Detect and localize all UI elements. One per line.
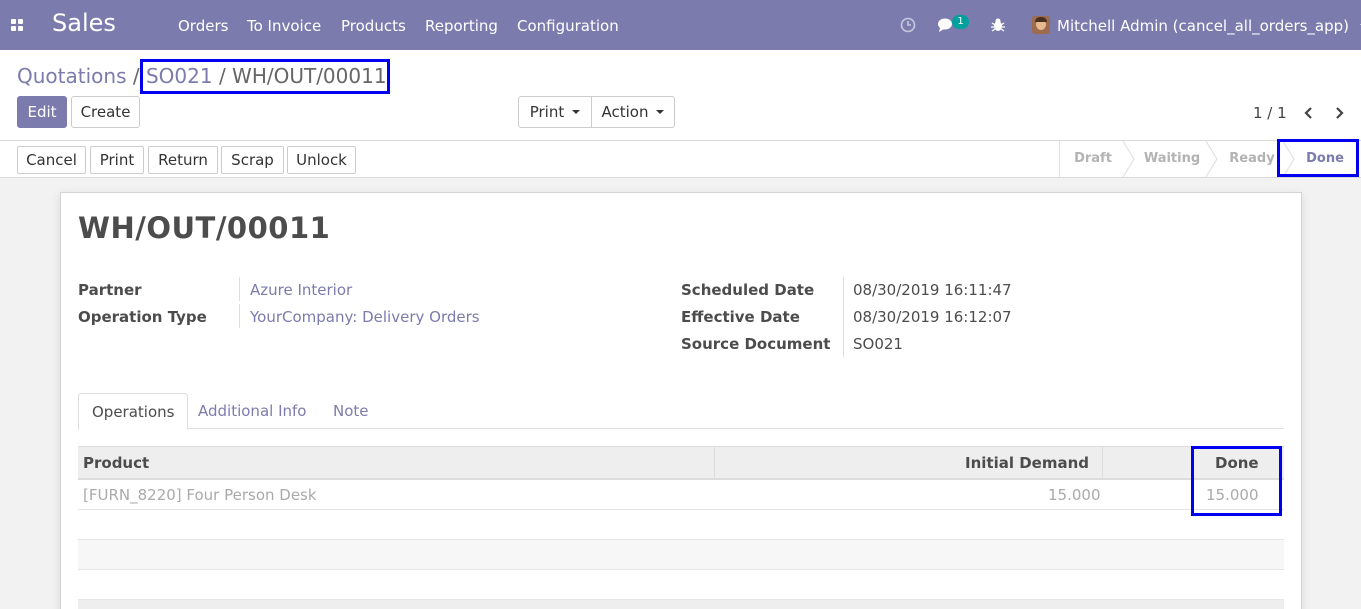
scheduled-date-label: Scheduled Date xyxy=(681,281,815,299)
operation-type-link[interactable]: YourCompany: Delivery Orders xyxy=(250,308,480,326)
column-initial-demand[interactable]: Initial Demand xyxy=(965,447,1089,479)
form-sheet: WH/OUT/00011 Partner Azure Interior Oper… xyxy=(60,192,1302,609)
partner-label: Partner xyxy=(78,281,142,299)
pager-previous-icon[interactable] xyxy=(1303,106,1315,120)
print-dropdown[interactable]: Print xyxy=(518,96,592,128)
highlight-stage-done xyxy=(1277,139,1359,177)
menu-products[interactable]: Products xyxy=(341,17,406,35)
scheduled-date-value: 08/30/2019 16:11:47 xyxy=(853,281,1012,299)
return-button[interactable]: Return xyxy=(148,146,218,174)
stage-draft[interactable]: Draft xyxy=(1060,141,1126,177)
empty-row xyxy=(78,540,1284,570)
empty-row xyxy=(78,510,1284,540)
action-dropdown-label: Action xyxy=(601,103,649,121)
user-avatar[interactable] xyxy=(1032,16,1050,34)
scrap-button[interactable]: Scrap xyxy=(221,146,284,174)
messages-badge: 1 xyxy=(952,15,969,29)
partner-link[interactable]: Azure Interior xyxy=(250,281,352,299)
action-dropdown[interactable]: Action xyxy=(591,96,675,128)
pager-value[interactable]: 1 / 1 xyxy=(1253,104,1287,122)
table-footer xyxy=(78,600,1284,609)
cancel-button[interactable]: Cancel xyxy=(17,146,86,174)
top-navbar: Sales Orders To Invoice Products Reporti… xyxy=(0,0,1361,50)
control-panel: Quotations / SO021 / WH/OUT/00011 Edit C… xyxy=(0,50,1361,141)
stage-waiting[interactable]: Waiting xyxy=(1136,141,1208,177)
tab-note[interactable]: Note xyxy=(320,393,382,430)
print-dropdown-label: Print xyxy=(529,103,565,121)
table-row[interactable]: [FURN_8220] Four Person Desk 15.000 15.0… xyxy=(78,480,1284,510)
stage-arrow-icon xyxy=(1205,141,1218,177)
chevron-down-icon xyxy=(572,109,581,114)
row-initial-demand: 15.000 xyxy=(1048,486,1101,504)
column-product[interactable]: Product xyxy=(83,447,149,479)
edit-button[interactable]: Edit xyxy=(17,96,67,128)
user-name: Mitchell Admin (cancel_all_orders_app) xyxy=(1057,17,1350,35)
highlight-breadcrumb xyxy=(140,59,390,94)
apps-menu-icon[interactable] xyxy=(11,19,24,32)
menu-reporting[interactable]: Reporting xyxy=(425,17,498,35)
source-document-label: Source Document xyxy=(681,335,831,353)
breadcrumb-separator: / xyxy=(132,64,140,88)
stage-arrow-icon xyxy=(1122,141,1135,177)
menu-orders[interactable]: Orders xyxy=(178,17,228,35)
notebook-tabs: Operations Additional Info Note xyxy=(78,393,1284,430)
app-brand[interactable]: Sales xyxy=(52,9,116,37)
tab-additional-info[interactable]: Additional Info xyxy=(185,393,319,430)
breadcrumb-quotations[interactable]: Quotations xyxy=(17,64,126,88)
highlight-done-column xyxy=(1191,446,1282,516)
menu-to-invoice[interactable]: To Invoice xyxy=(247,17,321,35)
status-bar: Cancel Print Return Scrap Unlock Draft W… xyxy=(0,139,1361,178)
stage-ready[interactable]: Ready xyxy=(1219,141,1285,177)
table-header: Product Initial Demand Done xyxy=(78,446,1284,480)
effective-date-label: Effective Date xyxy=(681,308,800,326)
row-product: [FURN_8220] Four Person Desk xyxy=(83,486,317,504)
activity-clock-icon[interactable] xyxy=(900,17,916,33)
print-button[interactable]: Print xyxy=(90,146,144,174)
menu-configuration[interactable]: Configuration xyxy=(517,17,619,35)
create-button[interactable]: Create xyxy=(71,96,140,128)
user-menu[interactable]: Mitchell Admin (cancel_all_orders_app) xyxy=(1057,17,1361,35)
empty-row xyxy=(78,570,1284,600)
unlock-button[interactable]: Unlock xyxy=(287,146,356,174)
debug-bug-icon[interactable] xyxy=(990,17,1006,33)
record-title: WH/OUT/00011 xyxy=(78,211,331,245)
chevron-down-icon xyxy=(656,109,665,114)
tab-operations[interactable]: Operations xyxy=(78,393,189,430)
effective-date-value: 08/30/2019 16:12:07 xyxy=(853,308,1012,326)
operation-type-label: Operation Type xyxy=(78,308,207,326)
pager-next-icon[interactable] xyxy=(1333,106,1345,120)
source-document-value: SO021 xyxy=(853,335,903,353)
